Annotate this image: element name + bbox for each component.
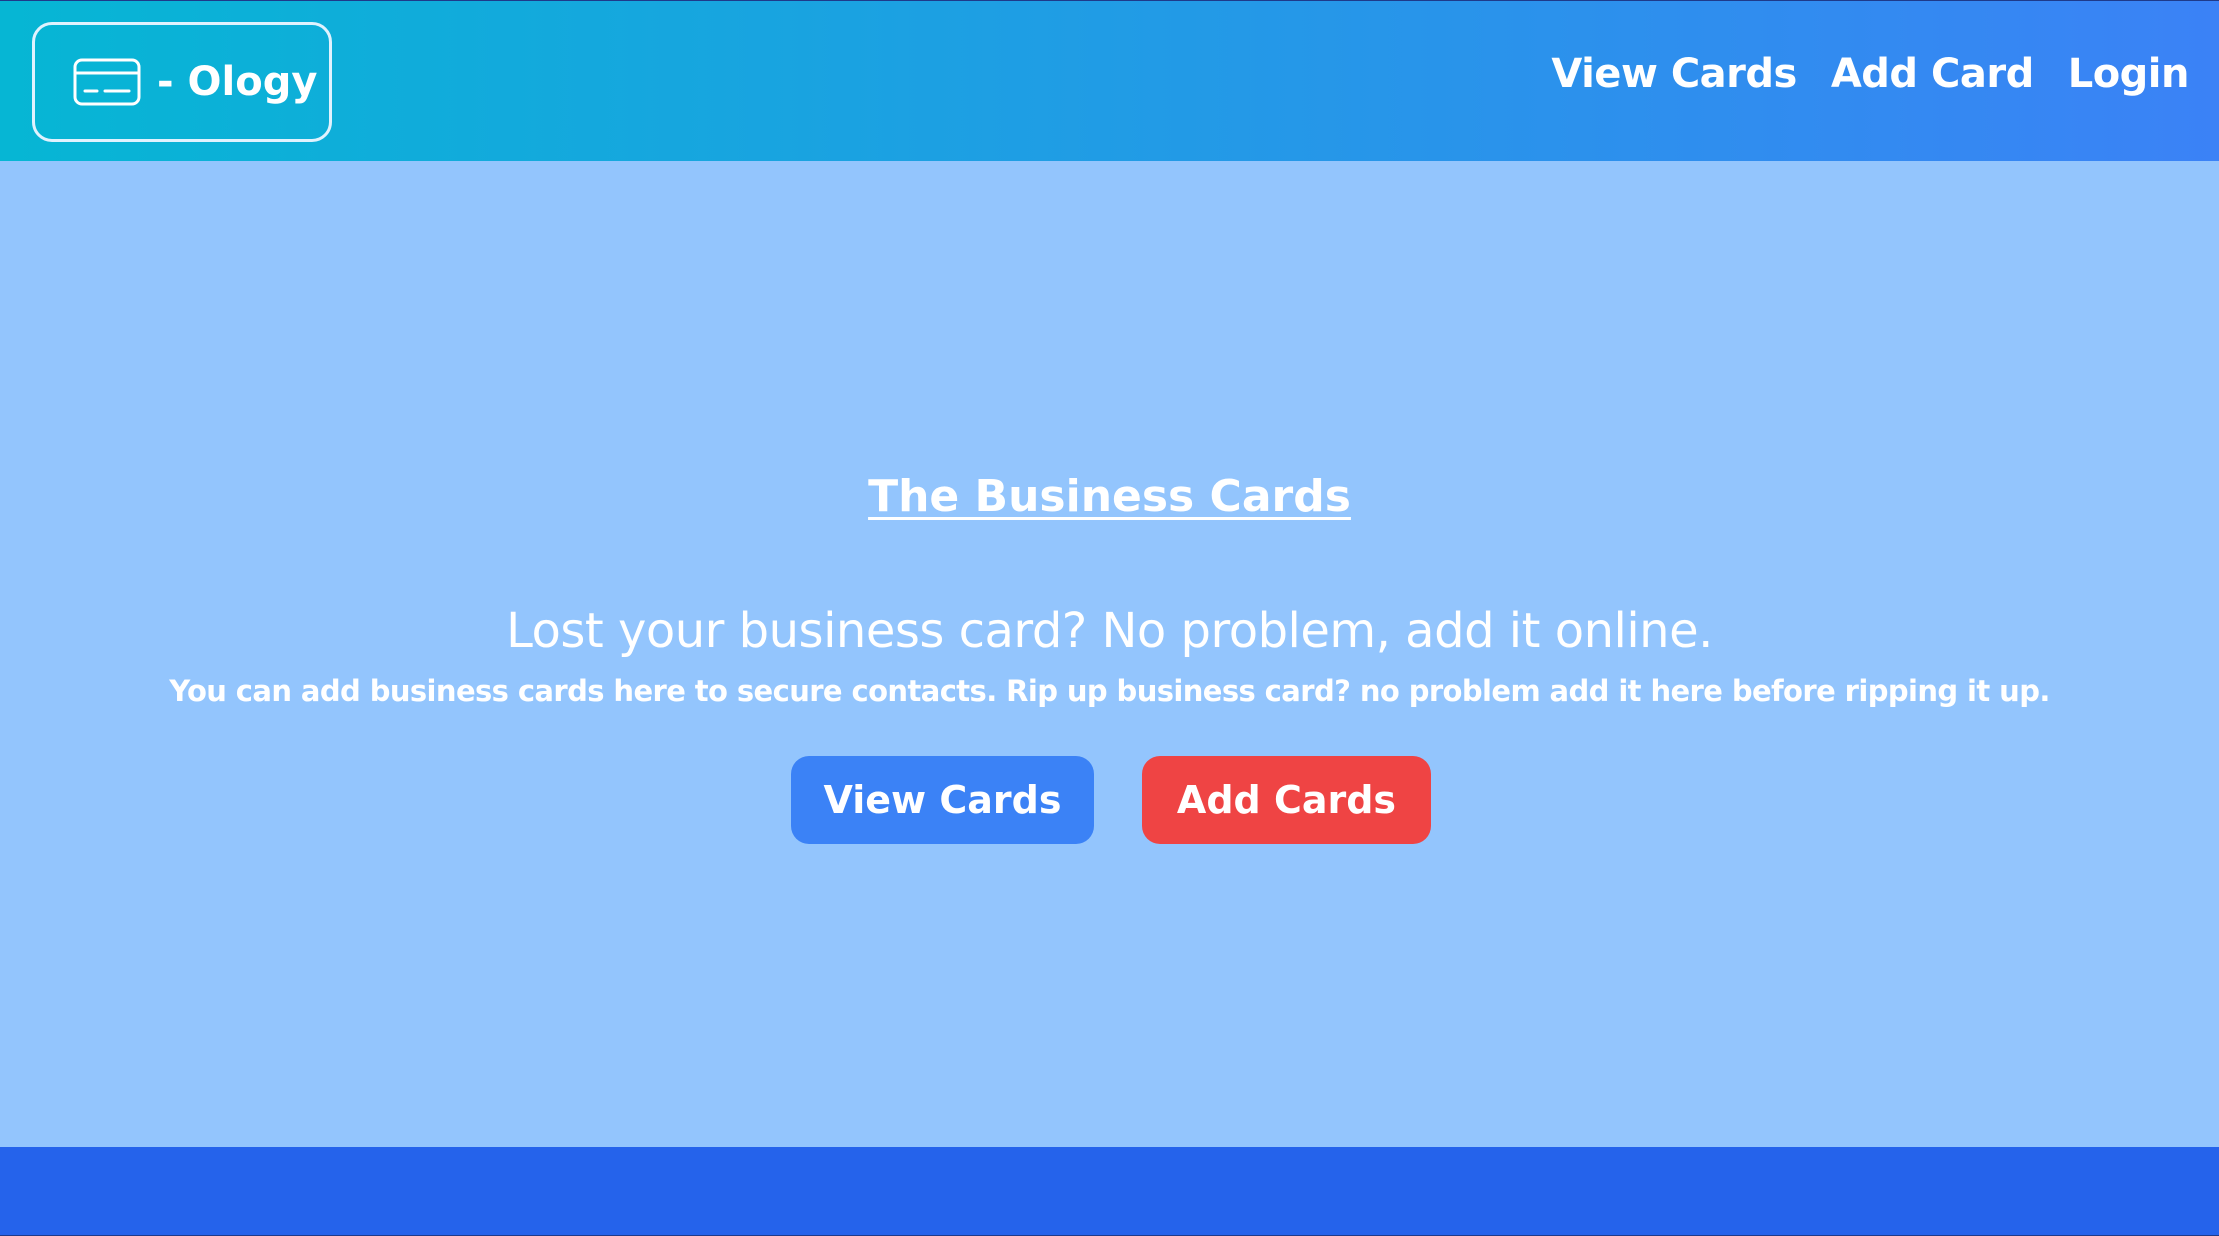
hero-description: You can add business cards here to secur… bbox=[169, 674, 2050, 708]
nav-link-add-card[interactable]: Add Card bbox=[1831, 51, 2034, 97]
hero-subtitle: Lost your business card? No problem, add… bbox=[506, 603, 1713, 659]
credit-card-icon bbox=[73, 58, 141, 106]
page-title: The Business Cards bbox=[868, 471, 1351, 522]
navbar: - Ology View Cards Add Card Login bbox=[0, 0, 2219, 161]
logo-link[interactable]: - Ology bbox=[32, 22, 332, 142]
nav-link-view-cards[interactable]: View Cards bbox=[1551, 51, 1797, 97]
footer bbox=[0, 1147, 2219, 1236]
logo-text: - Ology bbox=[157, 59, 318, 105]
nav-link-login[interactable]: Login bbox=[2068, 51, 2190, 97]
nav-links: View Cards Add Card Login bbox=[1551, 51, 2189, 97]
add-cards-button[interactable]: Add Cards bbox=[1142, 756, 1431, 844]
hero-section: The Business Cards Lost your business ca… bbox=[0, 161, 2219, 1147]
view-cards-button[interactable]: View Cards bbox=[791, 756, 1094, 844]
